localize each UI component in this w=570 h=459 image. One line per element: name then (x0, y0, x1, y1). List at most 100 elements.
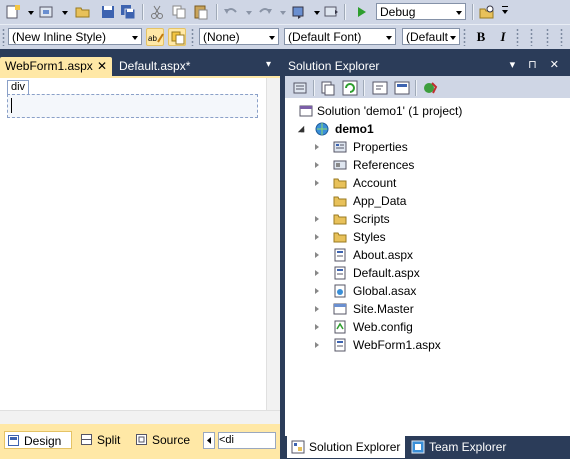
bold-button[interactable]: B (472, 28, 490, 46)
vertical-scrollbar[interactable] (266, 78, 280, 410)
folder-icon (333, 176, 347, 190)
font-size-value: (Default (406, 30, 449, 44)
toolbar-grip[interactable] (560, 28, 563, 46)
properties-icon[interactable] (291, 79, 309, 97)
master-page-icon (333, 302, 347, 316)
collapsed-triangle-icon[interactable] (315, 144, 319, 150)
text-caret (11, 98, 12, 113)
solution-configuration-select[interactable]: Debug (376, 3, 466, 20)
collapsed-triangle-icon[interactable] (315, 234, 319, 240)
chevron-down-icon (450, 36, 456, 40)
asp-net-configuration-icon[interactable] (421, 79, 439, 97)
tab-team-explorer[interactable]: Team Explorer (407, 436, 537, 458)
navigate-backward-icon[interactable] (290, 3, 308, 21)
collapsed-triangle-icon[interactable] (315, 162, 319, 168)
apply-new-style-icon[interactable]: ab (146, 28, 164, 46)
collapsed-triangle-icon[interactable] (315, 288, 319, 294)
save-all-icon[interactable] (119, 3, 137, 21)
block-format-select[interactable]: (None) (199, 28, 279, 45)
redo-icon[interactable] (256, 3, 274, 21)
tag-navigator[interactable]: <di (218, 432, 276, 449)
standard-toolbar: Debug (0, 0, 570, 24)
split-view-button[interactable]: Split (78, 431, 130, 449)
tab-overflow-icon[interactable]: ▾ (266, 59, 271, 70)
source-view-button[interactable]: Source (133, 431, 197, 449)
chevron-left-icon (207, 437, 211, 444)
design-view-button[interactable]: Design (4, 431, 72, 449)
add-item-dropdown-icon[interactable] (56, 3, 68, 21)
design-surface[interactable]: div (0, 78, 266, 410)
solution-explorer-icon (291, 440, 305, 454)
collapsed-triangle-icon[interactable] (315, 342, 319, 348)
redo-dropdown-icon[interactable] (274, 3, 286, 21)
tag-navigator-item[interactable]: <di (219, 434, 234, 446)
collapsed-triangle-icon[interactable] (315, 216, 319, 222)
source-view-label: Source (152, 433, 191, 447)
save-icon[interactable] (99, 3, 117, 21)
tree-item-label: About.aspx (353, 248, 414, 262)
tab-solution-explorer[interactable]: Solution Explorer (287, 436, 405, 458)
tag-navigator-back-button[interactable] (203, 432, 215, 449)
chevron-down-icon (386, 36, 392, 40)
new-project-icon[interactable] (4, 3, 22, 21)
target-rule-style-select[interactable]: (New Inline Style) (8, 28, 142, 45)
open-file-icon[interactable] (74, 3, 92, 21)
div-element[interactable] (7, 94, 258, 118)
tree-item-label: Site.Master (353, 302, 414, 316)
cut-icon[interactable] (148, 3, 166, 21)
folder-icon (333, 212, 347, 226)
toolbar-separator (313, 80, 315, 96)
source-view-icon (136, 434, 147, 445)
tab-default-aspx[interactable]: Default.aspx* (114, 57, 200, 76)
navigate-forward-icon[interactable] (322, 3, 340, 21)
view-code-icon[interactable] (371, 79, 389, 97)
tree-item-label: demo1 (335, 122, 374, 136)
font-name-select[interactable]: (Default Font) (284, 28, 396, 45)
toolbar-grip[interactable] (463, 28, 466, 46)
document-tab-strip: WebForm1.aspx ✕ Default.aspx* ▾ (0, 56, 280, 76)
collapsed-triangle-icon[interactable] (315, 324, 319, 330)
design-view-label: Design (24, 434, 62, 448)
add-item-icon[interactable] (38, 3, 56, 21)
view-designer-icon[interactable] (393, 79, 411, 97)
toolbar-separator (344, 4, 346, 20)
show-all-files-icon[interactable] (319, 79, 337, 97)
new-project-dropdown-icon[interactable] (22, 3, 34, 21)
expanded-triangle-icon[interactable] (297, 125, 305, 133)
collapsed-triangle-icon[interactable] (315, 270, 319, 276)
tree-item-label: Properties (353, 140, 408, 154)
toolbar-grip[interactable] (516, 28, 519, 46)
collapsed-triangle-icon[interactable] (315, 252, 319, 258)
design-editor: div Design Split Source <di (0, 76, 280, 459)
paste-icon[interactable] (192, 3, 210, 21)
collapsed-triangle-icon[interactable] (315, 306, 319, 312)
aspx-file-icon (333, 266, 347, 280)
refresh-icon[interactable] (341, 79, 359, 97)
toolbar-grip[interactable] (546, 28, 549, 46)
close-icon[interactable]: ✕ (97, 57, 107, 76)
undo-icon[interactable] (222, 3, 240, 21)
start-debugging-icon[interactable] (352, 3, 370, 21)
web-project-icon (315, 122, 329, 136)
undo-dropdown-icon[interactable] (240, 3, 252, 21)
solution-configuration-value: Debug (380, 5, 416, 19)
folder-icon (333, 230, 347, 244)
panel-window-controls[interactable]: ▾ ⊓ ✕ (510, 58, 564, 71)
element-tag-label[interactable]: div (7, 80, 30, 94)
collapsed-triangle-icon[interactable] (315, 180, 319, 186)
solution-explorer-title-bar: Solution Explorer ▾ ⊓ ✕ (283, 56, 570, 76)
find-in-files-icon[interactable] (478, 3, 496, 21)
tab-webform1-aspx[interactable]: WebForm1.aspx ✕ (0, 57, 112, 76)
aspx-file-icon (333, 338, 347, 352)
font-size-select[interactable]: (Default (402, 28, 460, 45)
tree-item-label: References (353, 158, 415, 172)
copy-icon[interactable] (170, 3, 188, 21)
toolbar-options-icon[interactable] (496, 3, 508, 21)
toolbar-grip[interactable] (530, 28, 533, 46)
horizontal-scrollbar[interactable] (0, 410, 280, 424)
toolbar-grip[interactable] (191, 28, 194, 46)
italic-button[interactable]: I (494, 28, 512, 46)
attach-style-sheet-icon[interactable] (168, 28, 186, 46)
toolbar-grip[interactable] (2, 28, 5, 46)
navigate-dropdown-icon[interactable] (308, 3, 320, 21)
